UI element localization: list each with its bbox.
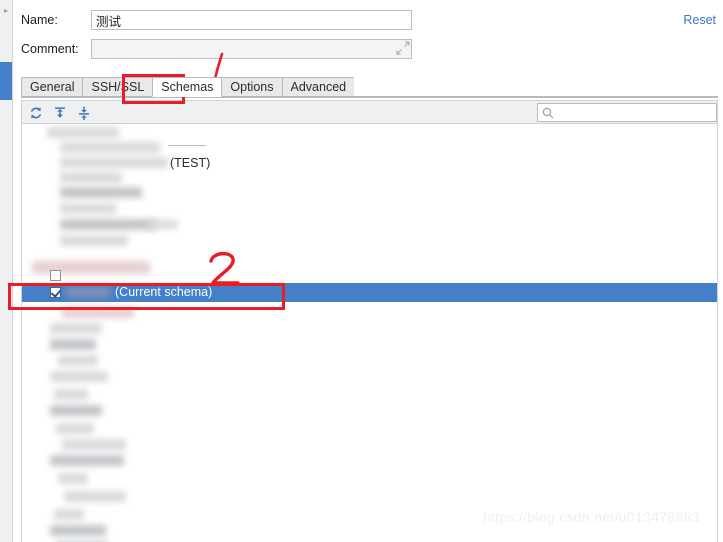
redacted-label [58,473,88,484]
redacted-label [66,287,110,298]
redacted-label [64,491,126,502]
redacted-label [54,509,84,520]
redacted-label [148,220,178,229]
tree-row[interactable] [22,368,717,386]
redacted-label [60,187,142,198]
schema-tree-list[interactable]: (TEST) (Current schema) [21,124,718,542]
tab-strip: General SSH/SSL Schemas Options Advanced [21,77,718,98]
redacted-label [47,127,119,138]
tree-row-checkbox[interactable] [50,270,61,281]
expand-all-icon[interactable] [52,105,68,121]
redacted-label [50,339,96,350]
redacted-label [50,405,102,416]
redacted-label [62,307,134,318]
reset-link[interactable]: Reset [683,13,716,27]
current-schema-label: (Current schema) [115,285,213,299]
divider [168,145,206,146]
tab-options[interactable]: Options [221,77,282,97]
search-box[interactable] [537,103,718,123]
redacted-label [50,323,102,334]
refresh-icon[interactable] [28,105,44,121]
tree-row[interactable] [22,402,717,420]
expand-editor-icon[interactable] [396,41,410,55]
rail-selected-item[interactable] [0,62,12,100]
redacted-label [50,525,106,536]
redacted-label [56,423,94,434]
search-input[interactable] [557,104,718,123]
tree-row[interactable] [22,260,717,281]
comment-input[interactable] [91,39,412,59]
redacted-label [58,355,98,366]
tab-advanced[interactable]: Advanced [281,77,355,97]
tree-row[interactable] [22,538,717,542]
tree-row[interactable] [22,232,717,250]
redacted-label [60,203,116,214]
redacted-label [60,142,160,153]
name-label: Name: [21,13,58,27]
tree-row-checkbox-checked[interactable] [50,287,61,298]
redacted-label [60,219,156,230]
redacted-label [60,172,122,183]
redacted-label [62,439,126,450]
collapse-all-icon[interactable] [76,105,92,121]
comment-label: Comment: [21,42,79,56]
schemas-toolbar [21,100,718,124]
tab-schemas[interactable]: Schemas [152,77,222,97]
tab-ssh-ssl[interactable]: SSH/SSL [82,77,153,97]
redacted-label [60,157,168,168]
tree-item-test-label: (TEST) [170,156,211,170]
chevron-right-icon[interactable]: ▸ [2,6,10,16]
data-source-properties-panel: Name: Comment: Reset General SSH/SSL Sch… [13,0,723,542]
redacted-label [50,371,108,382]
tree-row[interactable] [22,470,717,488]
tab-strip-filler [354,77,718,97]
search-icon [542,107,554,119]
redacted-label [60,235,128,246]
tree-row[interactable] [22,488,717,506]
redacted-label [50,455,124,466]
tab-general[interactable]: General [21,77,83,97]
watermark: https://blog.csdn.net/u013478983 [483,509,700,525]
tree-row[interactable] [22,452,717,470]
left-navigation-rail[interactable]: ▸ [0,0,13,542]
redacted-label [54,389,88,400]
tree-row-current-schema[interactable]: (Current schema) [22,283,717,302]
name-input[interactable] [91,10,412,30]
